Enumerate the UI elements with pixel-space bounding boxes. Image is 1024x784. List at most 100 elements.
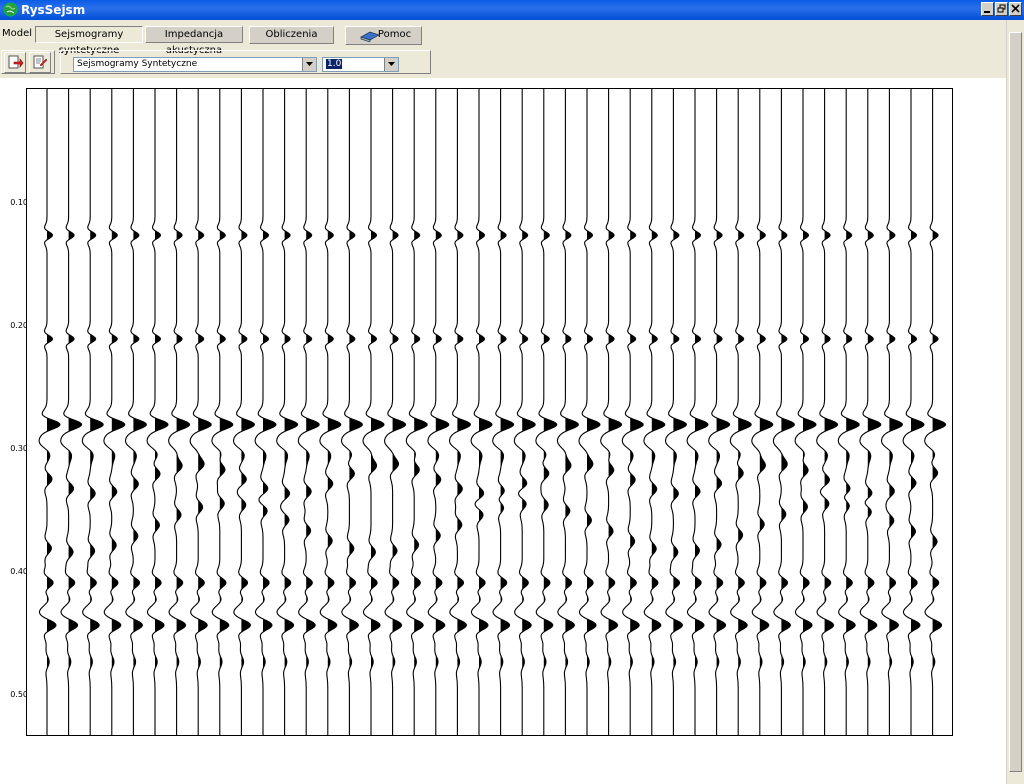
trace-fill — [911, 89, 924, 735]
trace-fill — [479, 89, 492, 735]
trace-wiggle — [103, 89, 126, 735]
trace-fill — [695, 89, 708, 735]
trace-fill — [738, 89, 752, 735]
trace-fill — [219, 89, 233, 735]
tab-sejsmogramy[interactable]: Sejsmogramy syntetyczne — [35, 26, 143, 56]
view-select-value: Sejsmogramy Syntetyczne — [77, 59, 198, 69]
trace-wiggle — [297, 89, 320, 735]
trace-wiggle — [902, 89, 925, 735]
seismic-traces — [38, 89, 947, 735]
trace-wiggle — [362, 89, 385, 735]
tab-obliczenia[interactable]: Obliczenia — [249, 26, 334, 44]
trace-fill — [349, 89, 363, 735]
trace-wiggle — [384, 89, 407, 735]
trace-wiggle — [686, 89, 709, 735]
print-button[interactable] — [29, 52, 51, 73]
trace-wiggle — [211, 89, 234, 735]
title-bar: RysSejsm — [0, 0, 1024, 20]
trace-fill — [673, 89, 687, 735]
trace-fill — [133, 89, 147, 735]
trace-wiggle — [146, 89, 169, 735]
trace-wiggle — [232, 89, 255, 735]
trace-wiggle — [427, 89, 450, 735]
trace-fill — [435, 89, 449, 735]
trace-fill — [306, 89, 320, 735]
trace-wiggle — [729, 89, 752, 735]
restore-icon — [997, 4, 1006, 13]
y-tick-label: 0.20 — [10, 321, 28, 330]
chevron-down-icon — [306, 62, 313, 66]
trace-wiggle — [600, 89, 623, 735]
tab-obliczenia-label: Obliczenia — [265, 29, 318, 40]
trace-wiggle — [38, 89, 61, 735]
export-icon — [8, 55, 24, 69]
trace-wiggle — [837, 89, 860, 735]
trace-fill — [68, 89, 82, 735]
trace-fill — [781, 89, 795, 735]
trace-wiggle — [276, 89, 299, 735]
trace-wiggle — [405, 89, 428, 735]
trace-wiggle — [189, 89, 212, 735]
trace-wiggle — [556, 89, 579, 735]
trace-fill — [198, 89, 212, 735]
chevron-down-icon — [388, 62, 395, 66]
scrollbar-thumb[interactable] — [1009, 32, 1022, 772]
restore-button[interactable] — [995, 2, 1008, 16]
window-title: RysSejsm — [21, 3, 86, 17]
close-icon — [1011, 4, 1020, 13]
trace-wiggle — [578, 89, 601, 735]
trace-wiggle — [448, 89, 471, 735]
y-tick-label: 0.50 — [10, 690, 28, 699]
trace-wiggle — [751, 89, 774, 735]
scale-select-value: 1.0 — [326, 59, 343, 69]
trace-wiggle — [60, 89, 83, 735]
trace-fill — [651, 89, 665, 735]
trace-wiggle — [513, 89, 536, 735]
scale-select[interactable]: 1.0 — [322, 57, 399, 72]
minimize-icon — [984, 11, 990, 13]
seismogram-plot — [26, 88, 953, 736]
scale-select-arrow[interactable] — [384, 58, 398, 71]
view-select-arrow[interactable] — [302, 58, 316, 71]
trace-wiggle — [340, 89, 363, 735]
vertical-scrollbar[interactable] — [1006, 20, 1024, 784]
trace-fill — [803, 89, 816, 735]
help-button-label: Pomoc — [377, 29, 412, 40]
trace-fill — [543, 89, 557, 735]
trace-wiggle — [643, 89, 666, 735]
tab-model-label: Model — [2, 28, 33, 39]
trace-fill — [414, 89, 428, 735]
document-edit-icon — [33, 55, 48, 69]
help-button[interactable]: Pomoc — [345, 26, 422, 45]
trace-wiggle — [621, 89, 644, 735]
trace-wiggle — [664, 89, 687, 735]
trace-wiggle — [254, 89, 277, 735]
trace-wiggle — [924, 89, 947, 735]
tab-model[interactable]: Model — [2, 26, 32, 43]
seismogram-canvas: 0.10 0.20 0.30 0.40 0.50 — [0, 78, 1006, 784]
trace-fill — [716, 89, 730, 735]
trace-fill — [500, 89, 514, 735]
trace-fill — [90, 89, 104, 735]
trace-wiggle — [880, 89, 903, 735]
trace-fill — [759, 89, 773, 735]
trace-fill — [155, 89, 168, 735]
trace-wiggle — [859, 89, 882, 735]
view-select[interactable]: Sejsmogramy Syntetyczne — [73, 57, 317, 72]
trace-fill — [327, 89, 341, 735]
trace-fill — [241, 89, 255, 735]
trace-wiggle — [81, 89, 104, 735]
y-tick-label: 0.30 — [10, 444, 28, 453]
trace-wiggle — [794, 89, 817, 735]
close-button[interactable] — [1009, 2, 1022, 16]
trace-fill — [587, 89, 600, 735]
help-book-icon — [360, 31, 380, 42]
trace-fill — [263, 89, 276, 735]
export-button[interactable] — [4, 52, 26, 73]
trace-wiggle — [535, 89, 558, 735]
tab-impedancja[interactable]: Impedancja akustyczna — [145, 26, 243, 56]
minimize-button[interactable] — [981, 2, 994, 16]
trace-fill — [371, 89, 384, 735]
trace-fill — [889, 89, 903, 735]
trace-wiggle — [772, 89, 795, 735]
